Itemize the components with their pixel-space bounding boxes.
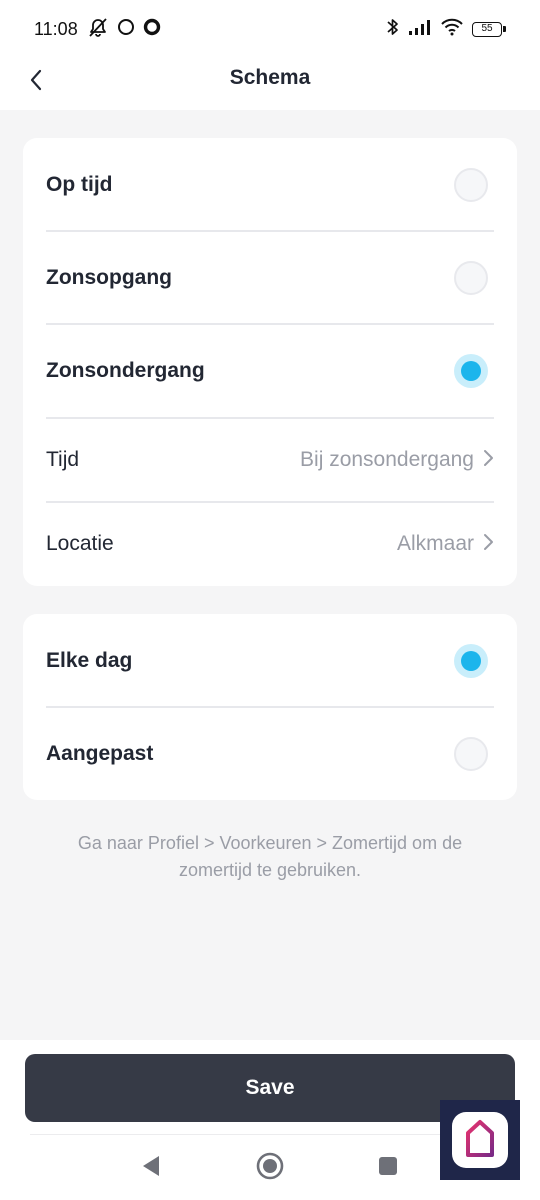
time-row[interactable]: Tijd Bij zonsondergang <box>46 418 494 502</box>
location-value: Alkmaar <box>396 532 474 555</box>
app-logo <box>452 1112 508 1168</box>
radio-op-tijd[interactable] <box>454 167 488 202</box>
status-time: 11:08 <box>34 19 78 39</box>
option-op-tijd[interactable]: Op tijd <box>46 138 494 231</box>
house-logo-icon <box>463 1119 497 1162</box>
option-label: Elke dag <box>46 648 133 672</box>
option-label: Op tijd <box>46 172 113 196</box>
wifi-icon <box>440 18 464 41</box>
location-label: Locatie <box>46 532 114 555</box>
page-title: Schema <box>229 66 311 89</box>
location-value-wrap: Alkmaar <box>397 532 494 557</box>
bluetooth-icon <box>386 17 400 42</box>
radio-elke-dag[interactable] <box>454 643 488 678</box>
option-label: Zonsopgang <box>46 265 172 289</box>
option-zonsondergang[interactable]: Zonsondergang <box>46 324 494 417</box>
nav-divider <box>30 1134 470 1135</box>
radio-zonsondergang[interactable] <box>454 353 488 388</box>
time-label: Tijd <box>46 448 80 471</box>
nav-home-button[interactable] <box>250 1148 290 1188</box>
time-value: Bij zonsondergang <box>300 448 474 471</box>
option-label: Aangepast <box>46 741 154 765</box>
battery-indicator: 55 <box>472 21 506 37</box>
hint-text: Ga naar Profiel > Voorkeuren > Zomertijd… <box>77 833 463 880</box>
option-elke-dag[interactable]: Elke dag <box>46 614 494 707</box>
signal-icon <box>408 18 432 41</box>
status-right-icons: 55 <box>386 17 506 42</box>
triangle-back-icon <box>140 1154 162 1183</box>
chevron-right-icon <box>482 448 494 473</box>
circle-icon <box>116 17 136 42</box>
option-aangepast[interactable]: Aangepast <box>46 707 494 800</box>
chevron-right-icon <box>482 532 494 557</box>
option-zonsopgang[interactable]: Zonsopgang <box>46 231 494 324</box>
location-row[interactable]: Locatie Alkmaar <box>46 502 494 586</box>
header: Schema <box>0 58 540 110</box>
status-bar: 11:08 55 <box>0 0 540 58</box>
option-label: Zonsondergang <box>46 358 205 382</box>
app-badge <box>440 1100 520 1180</box>
muted-alarm-icon <box>86 16 110 43</box>
nav-recents-button[interactable] <box>368 1148 408 1188</box>
repeat-card: Elke dag Aangepast <box>23 614 517 800</box>
home-circle-icon <box>255 1151 285 1186</box>
square-recents-icon <box>377 1155 399 1182</box>
time-value-wrap: Bij zonsondergang <box>300 448 494 473</box>
nav-back-button[interactable] <box>131 1148 171 1188</box>
radio-aangepast[interactable] <box>454 736 488 771</box>
ring-icon <box>142 17 162 42</box>
status-left-icons <box>86 16 162 43</box>
radio-zonsopgang[interactable] <box>454 260 488 295</box>
schedule-card: Op tijd Zonsopgang Zonsondergang Tijd Bi… <box>23 138 517 586</box>
